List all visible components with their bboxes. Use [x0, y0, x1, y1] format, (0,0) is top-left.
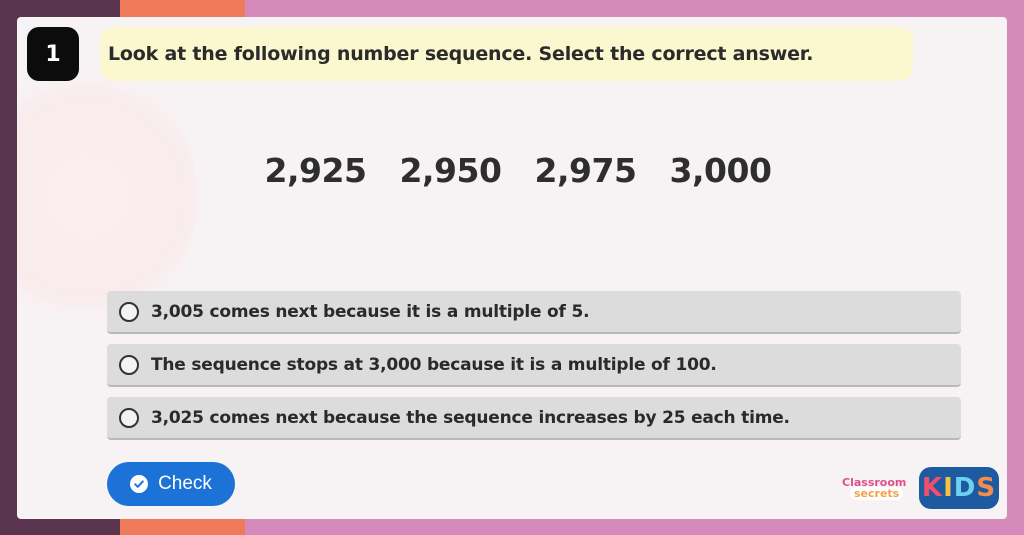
answer-option-2[interactable]: The sequence stops at 3,000 because it i… [107, 344, 961, 387]
question-number: 1 [45, 41, 61, 67]
check-button[interactable]: Check [107, 462, 235, 506]
kids-logo: K I D S [919, 467, 999, 509]
answer-options: 3,005 comes next because it is a multipl… [107, 291, 961, 450]
logo-text-line2: secrets [850, 487, 904, 500]
sequence-number: 2,925 [264, 150, 367, 190]
kids-letter: K [921, 473, 944, 503]
sequence-number: 3,000 [669, 150, 772, 190]
question-number-badge: 1 [27, 27, 79, 81]
kids-letter: D [953, 473, 977, 503]
kids-letter: I [943, 473, 954, 503]
answer-option-3[interactable]: 3,025 comes next because the sequence in… [107, 397, 961, 440]
answer-option-label: 3,005 comes next because it is a multipl… [151, 301, 590, 322]
radio-button[interactable] [119, 301, 139, 322]
number-sequence: 2,925 2,950 2,975 3,000 [248, 145, 788, 195]
classroom-secrets-logo: Classroom secrets [842, 476, 914, 506]
answer-option-label: The sequence stops at 3,000 because it i… [151, 354, 717, 375]
sequence-number: 2,950 [399, 150, 502, 190]
answer-option-label: 3,025 comes next because the sequence in… [151, 407, 790, 428]
question-text: Look at the following number sequence. S… [108, 43, 814, 65]
radio-button[interactable] [119, 354, 139, 375]
kids-letter: S [976, 473, 997, 503]
answer-option-1[interactable]: 3,005 comes next because it is a multipl… [107, 291, 961, 334]
question-bubble: Look at the following number sequence. S… [100, 27, 913, 81]
check-button-label: Check [158, 473, 212, 494]
radio-button[interactable] [119, 407, 139, 428]
sequence-number: 2,975 [534, 150, 637, 190]
check-circle-icon [130, 475, 149, 493]
